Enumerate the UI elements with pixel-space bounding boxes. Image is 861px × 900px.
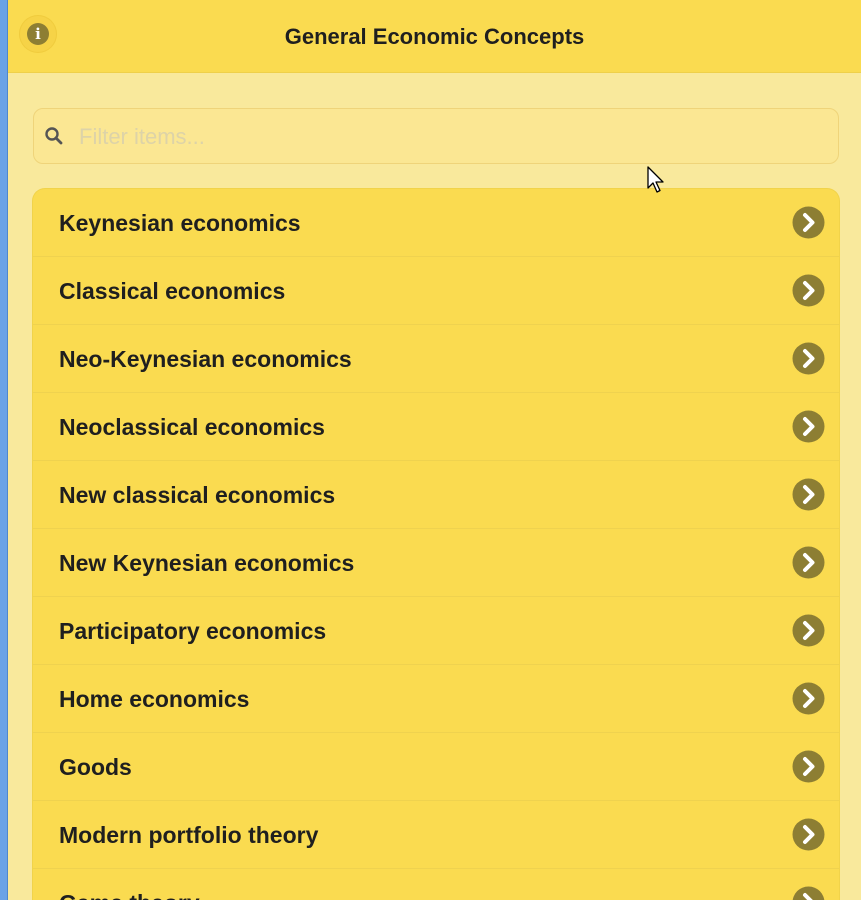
- filter-input[interactable]: [77, 119, 821, 155]
- list-item-label: Keynesian economics: [59, 210, 301, 236]
- list-item-label: Neo-Keynesian economics: [59, 346, 352, 372]
- chevron-right-icon: [792, 682, 825, 715]
- list-item[interactable]: Keynesian economics: [33, 189, 839, 257]
- list-item[interactable]: Neo-Keynesian economics: [33, 325, 839, 393]
- chevron-right-icon: [792, 546, 825, 579]
- list-item[interactable]: Neoclassical economics: [33, 393, 839, 461]
- list-item[interactable]: New Keynesian economics: [33, 529, 839, 597]
- list-item[interactable]: Modern portfolio theory: [33, 801, 839, 869]
- chevron-right-icon: [792, 206, 825, 239]
- list-item-label: Home economics: [59, 686, 250, 712]
- list-item-label: Classical economics: [59, 278, 286, 304]
- header-bar: i General Economic Concepts: [8, 0, 861, 73]
- page-title: General Economic Concepts: [284, 24, 585, 49]
- list-item-label: Game theory: [59, 869, 200, 900]
- list-item[interactable]: Goods: [33, 733, 839, 801]
- app-screen: i General Economic Concepts Keynesian ec…: [8, 0, 861, 900]
- list-item[interactable]: Game theory: [33, 869, 839, 900]
- chevron-right-icon: [792, 478, 825, 511]
- list-item-label: Participatory economics: [59, 618, 327, 644]
- chevron-right-icon: [792, 274, 825, 307]
- chevron-right-icon: [792, 410, 825, 443]
- chevron-right-icon: [792, 818, 825, 851]
- list-item[interactable]: Home economics: [33, 665, 839, 733]
- list-item-label: New Keynesian economics: [59, 550, 355, 576]
- list-item[interactable]: Participatory economics: [33, 597, 839, 665]
- window-left-edge: [0, 0, 8, 900]
- chevron-right-icon: [792, 614, 825, 647]
- chevron-right-icon: [792, 750, 825, 783]
- list-item-label: Goods: [59, 754, 132, 780]
- chevron-right-icon: [792, 886, 825, 900]
- list-item-label: Modern portfolio theory: [59, 822, 319, 848]
- search-icon: [45, 127, 63, 145]
- chevron-right-icon: [792, 342, 825, 375]
- filter-field[interactable]: [33, 108, 839, 164]
- list-item-label: Neoclassical economics: [59, 414, 325, 440]
- list-item[interactable]: New classical economics: [33, 461, 839, 529]
- list-item-label: New classical economics: [59, 482, 336, 508]
- concept-list: Keynesian economics Classical economics Ne…: [33, 189, 839, 900]
- list-item[interactable]: Classical economics: [33, 257, 839, 325]
